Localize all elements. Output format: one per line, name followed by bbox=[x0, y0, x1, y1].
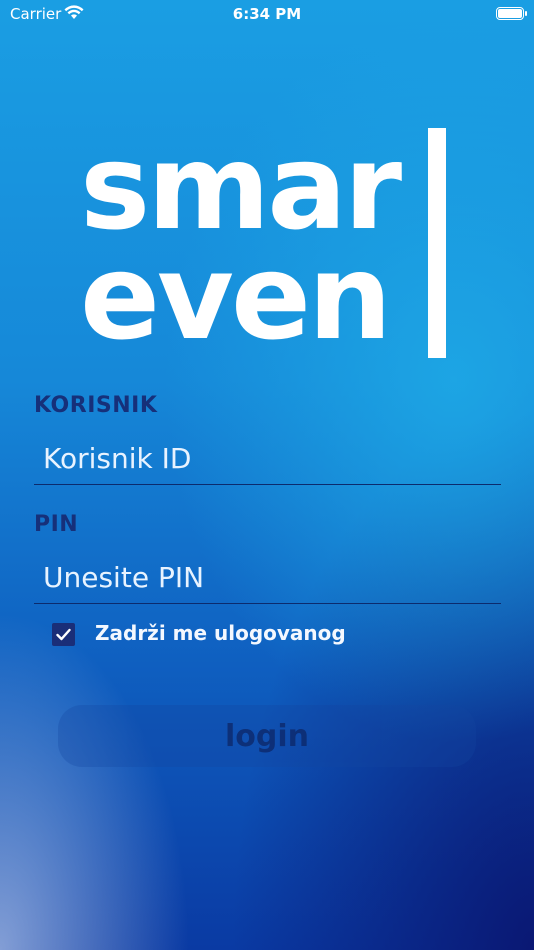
checkmark-icon bbox=[56, 628, 71, 641]
pin-label: PIN bbox=[34, 512, 79, 537]
logo-t-bar bbox=[428, 128, 446, 358]
smart-event-logo: smar even bbox=[80, 128, 460, 358]
user-label: KORISNIK bbox=[34, 393, 158, 418]
battery-icon bbox=[496, 7, 527, 20]
remember-me-checkbox[interactable] bbox=[52, 623, 75, 646]
user-id-input[interactable] bbox=[34, 433, 501, 485]
remember-me-label[interactable]: Zadrži me ulogovanog bbox=[95, 621, 346, 645]
clock: 6:34 PM bbox=[232, 5, 302, 23]
pin-input[interactable] bbox=[34, 552, 501, 604]
logo-text-event: even bbox=[80, 228, 392, 366]
login-button[interactable]: login bbox=[58, 705, 476, 767]
status-bar: Carrier 6:34 PM bbox=[0, 0, 534, 30]
